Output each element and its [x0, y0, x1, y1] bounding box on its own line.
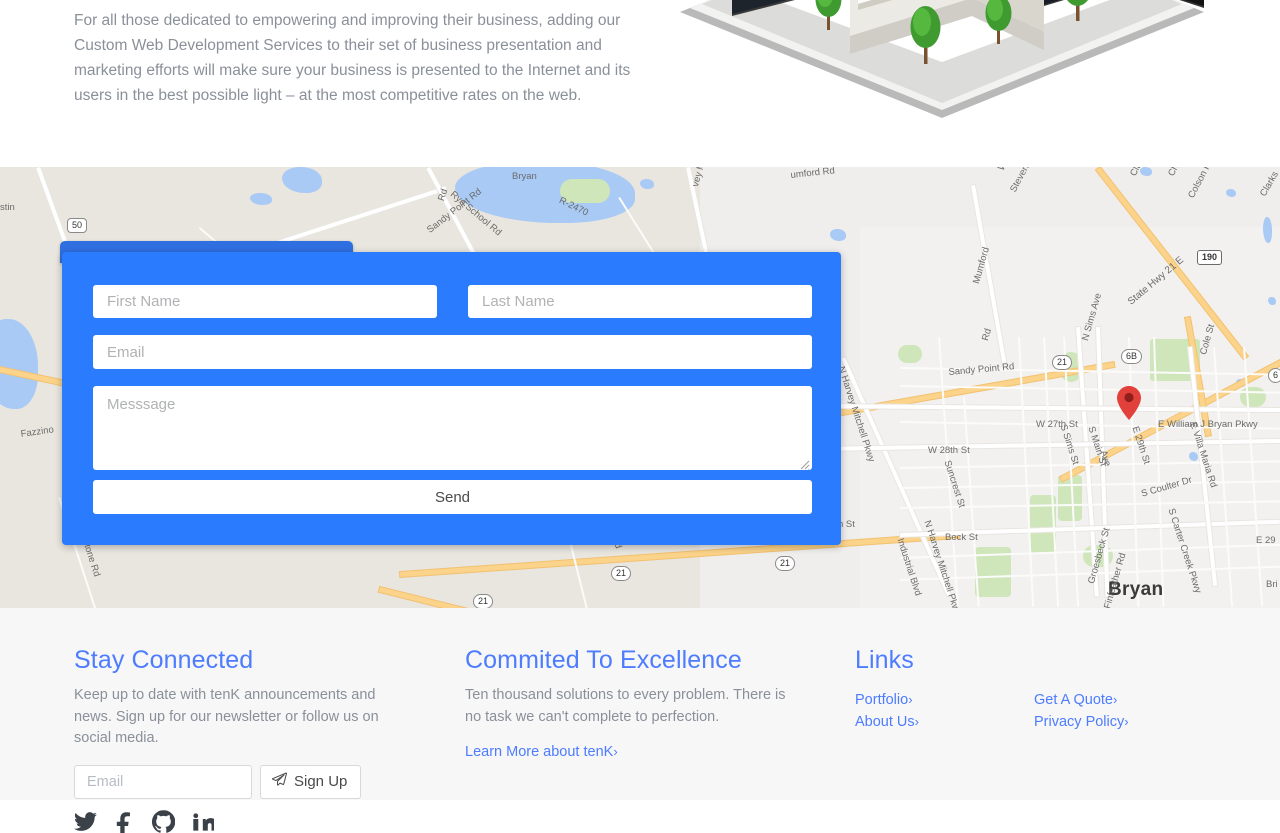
- map-marker-pin[interactable]: [1117, 386, 1141, 420]
- footer-heading-stay-connected: Stay Connected: [74, 646, 254, 674]
- link-about-us-label: About Us: [855, 714, 915, 730]
- route-shield: 190: [1197, 250, 1223, 265]
- learn-more-label: Learn More about tenK: [465, 744, 614, 760]
- map-water: [282, 167, 322, 193]
- route-shield: 21: [775, 556, 796, 571]
- newsletter-signup-row: Sign Up: [74, 764, 424, 799]
- link-portfolio[interactable]: Portfolio›: [855, 689, 1034, 711]
- footer-links-right: Get A Quote› Privacy Policy›: [1034, 689, 1213, 733]
- signup-button-label: Sign Up: [294, 773, 348, 790]
- map-highway: [378, 587, 516, 608]
- chevron-right-icon: ›: [1124, 714, 1129, 729]
- link-portfolio-label: Portfolio: [855, 692, 909, 708]
- footer-text-excellence: Ten thousand solutions to every problem.…: [465, 687, 786, 725]
- map-green-space: [898, 345, 922, 363]
- route-shield: 21: [1052, 355, 1073, 370]
- last-name-input[interactable]: [468, 285, 812, 318]
- github-icon[interactable]: [152, 809, 175, 833]
- route-shield: 6B: [1121, 349, 1143, 364]
- email-input[interactable]: [93, 335, 812, 369]
- link-privacy-policy-label: Privacy Policy: [1034, 714, 1125, 730]
- route-shield: 21: [473, 594, 494, 608]
- social-links-row: [74, 809, 424, 833]
- map-green-space: [1240, 387, 1266, 407]
- route-shield: 21: [611, 566, 632, 581]
- message-textarea[interactable]: [93, 386, 812, 470]
- footer-heading-excellence: Commited To Excellence: [465, 646, 742, 674]
- link-about-us[interactable]: About Us›: [855, 711, 1034, 733]
- link-get-a-quote-label: Get A Quote: [1034, 692, 1113, 708]
- route-shield: 6: [1268, 368, 1280, 383]
- twitter-icon[interactable]: [74, 810, 97, 833]
- send-button[interactable]: Send: [93, 480, 812, 514]
- facebook-icon[interactable]: [113, 810, 136, 833]
- map-water: [1263, 217, 1272, 243]
- office-building-illustration: [672, 0, 1212, 130]
- learn-more-link[interactable]: Learn More about tenK›: [465, 741, 815, 763]
- map-water: [640, 179, 654, 189]
- footer-text-stay-connected: Keep up to date with tenK announcements …: [74, 687, 379, 746]
- linkedin-icon[interactable]: [191, 810, 214, 833]
- footer-column-excellence: Commited To Excellence Ten thousand solu…: [465, 646, 815, 763]
- link-get-a-quote[interactable]: Get A Quote›: [1034, 689, 1213, 711]
- paper-plane-icon: [271, 772, 287, 791]
- newsletter-email-input[interactable]: [74, 764, 252, 799]
- map-water: [1226, 189, 1236, 197]
- map-water: [1268, 297, 1276, 305]
- signup-button[interactable]: Sign Up: [260, 764, 362, 799]
- intro-section: For all those dedicated to empowering an…: [0, 0, 1280, 167]
- footer-heading-links: Links: [855, 646, 914, 674]
- chevron-right-icon: ›: [908, 692, 913, 707]
- intro-paragraph: For all those dedicated to empowering an…: [74, 11, 631, 104]
- chevron-right-icon: ›: [613, 744, 618, 759]
- first-name-input[interactable]: [93, 285, 437, 318]
- route-shield: 50: [67, 218, 88, 233]
- site-footer: Stay Connected Keep up to date with tenK…: [0, 608, 1280, 833]
- map-water: [0, 319, 38, 409]
- footer-links-grid: Portfolio› About Us› Get A Quote› Privac…: [855, 689, 1215, 733]
- footer-links-left: Portfolio› About Us›: [855, 689, 1034, 733]
- footer-column-stay-connected: Stay Connected Keep up to date with tenK…: [74, 646, 424, 833]
- contact-form-card: Send: [62, 252, 841, 545]
- map-water: [250, 193, 272, 205]
- footer-column-links: Links Portfolio› About Us› Get A Quote› …: [855, 646, 1215, 733]
- chevron-right-icon: ›: [914, 714, 919, 729]
- map-green-space: [1058, 475, 1082, 521]
- chevron-right-icon: ›: [1113, 692, 1118, 707]
- link-privacy-policy[interactable]: Privacy Policy›: [1034, 711, 1213, 733]
- map-water: [830, 229, 846, 241]
